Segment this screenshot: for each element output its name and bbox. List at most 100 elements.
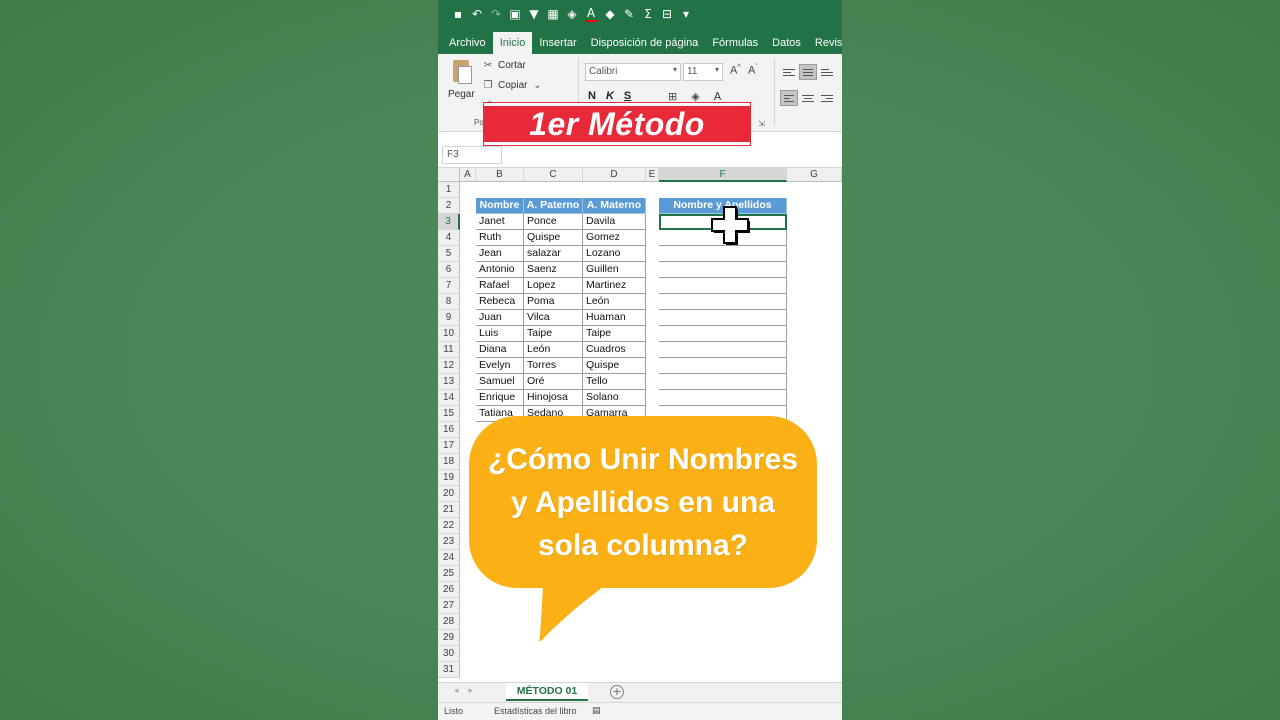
tab-archivo[interactable]: Archivo bbox=[442, 32, 493, 54]
row-header-26[interactable]: 26 bbox=[438, 582, 460, 598]
table-header-cell[interactable]: A. Paterno bbox=[524, 198, 583, 214]
accessibility-icon[interactable]: ▤ bbox=[592, 706, 601, 716]
table-cell[interactable]: salazar bbox=[524, 246, 583, 262]
eraser-icon[interactable]: ◆ bbox=[604, 7, 616, 21]
insert-icon[interactable]: ⊟ bbox=[661, 7, 673, 21]
table-header-cell[interactable]: Nombre bbox=[476, 198, 524, 214]
column-header-a[interactable]: A bbox=[460, 168, 476, 182]
table-cell[interactable]: Juan bbox=[476, 310, 524, 326]
save-icon[interactable]: ▪ bbox=[452, 7, 464, 21]
table-cell[interactable]: Huaman bbox=[583, 310, 646, 326]
table-cell[interactable]: Martinez bbox=[583, 278, 646, 294]
row-header-4[interactable]: 4 bbox=[438, 230, 460, 246]
row-header-7[interactable]: 7 bbox=[438, 278, 460, 294]
fill-color-icon[interactable]: ◈ bbox=[691, 90, 699, 103]
cut-button[interactable]: ✂ Cortar bbox=[482, 60, 526, 71]
tab-datos[interactable]: Datos bbox=[765, 32, 808, 54]
decrease-font-icon[interactable]: Aˇ bbox=[748, 64, 758, 77]
column-header-e[interactable]: E bbox=[646, 168, 659, 182]
font-size-select[interactable]: 11 ▾ bbox=[683, 63, 723, 81]
table-cell[interactable]: León bbox=[524, 342, 583, 358]
row-header-16[interactable]: 16 bbox=[438, 422, 460, 438]
align-left-icon[interactable] bbox=[780, 90, 798, 106]
table-cell[interactable]: Evelyn bbox=[476, 358, 524, 374]
result-cell[interactable] bbox=[659, 374, 787, 390]
table-cell[interactable]: Luis bbox=[476, 326, 524, 342]
table-cell[interactable]: Ruth bbox=[476, 230, 524, 246]
table-cell[interactable]: Enrique bbox=[476, 390, 524, 406]
table-cell[interactable]: Diana bbox=[476, 342, 524, 358]
row-header-9[interactable]: 9 bbox=[438, 310, 460, 326]
table-cell[interactable]: Solano bbox=[583, 390, 646, 406]
row-header-21[interactable]: 21 bbox=[438, 502, 460, 518]
paste-button[interactable]: Pegar bbox=[448, 89, 475, 100]
table-cell[interactable]: Vilca bbox=[524, 310, 583, 326]
result-cell[interactable] bbox=[659, 262, 787, 278]
tab-disposición-de-página[interactable]: Disposición de página bbox=[584, 32, 706, 54]
undo-icon[interactable]: ↶ bbox=[471, 7, 483, 21]
row-header-18[interactable]: 18 bbox=[438, 454, 460, 470]
row-header-23[interactable]: 23 bbox=[438, 534, 460, 550]
tab-inicio[interactable]: Inicio bbox=[492, 32, 533, 54]
fill-color-icon[interactable]: ◈ bbox=[566, 7, 578, 21]
grid-icon[interactable]: ▦ bbox=[547, 7, 559, 21]
redo-icon[interactable]: ↷ bbox=[490, 7, 502, 21]
table-cell[interactable]: Hinojosa bbox=[524, 390, 583, 406]
table-cell[interactable]: Taipe bbox=[524, 326, 583, 342]
table-cell[interactable]: Jean bbox=[476, 246, 524, 262]
column-header-c[interactable]: C bbox=[524, 168, 583, 182]
row-header-12[interactable]: 12 bbox=[438, 358, 460, 374]
table-cell[interactable]: Rafael bbox=[476, 278, 524, 294]
italic-button[interactable]: K bbox=[606, 90, 614, 102]
select-all-corner[interactable] bbox=[438, 168, 460, 182]
paint-brush-icon[interactable]: ✎ bbox=[623, 7, 635, 21]
row-header-30[interactable]: 30 bbox=[438, 646, 460, 662]
increase-font-icon[interactable]: A^ bbox=[730, 64, 741, 77]
table-cell[interactable]: Saenz bbox=[524, 262, 583, 278]
table-cell[interactable]: Taipe bbox=[583, 326, 646, 342]
row-header-19[interactable]: 19 bbox=[438, 470, 460, 486]
sheet-nav-arrows-icon[interactable]: ◂▸ bbox=[454, 686, 483, 696]
table-cell[interactable]: Samuel bbox=[476, 374, 524, 390]
row-header-6[interactable]: 6 bbox=[438, 262, 460, 278]
filter-icon[interactable]: ▼ bbox=[528, 7, 540, 21]
row-header-31[interactable]: 31 bbox=[438, 662, 460, 678]
result-cell[interactable] bbox=[659, 342, 787, 358]
column-header-d[interactable]: D bbox=[583, 168, 646, 182]
result-cell[interactable] bbox=[659, 294, 787, 310]
row-header-22[interactable]: 22 bbox=[438, 518, 460, 534]
align-center-icon[interactable] bbox=[799, 90, 817, 106]
column-header-f[interactable]: F bbox=[659, 168, 787, 182]
row-header-28[interactable]: 28 bbox=[438, 614, 460, 630]
table-cell[interactable]: Gomez bbox=[583, 230, 646, 246]
table-cell[interactable]: Ponce bbox=[524, 214, 583, 230]
row-header-29[interactable]: 29 bbox=[438, 630, 460, 646]
table-cell[interactable]: Guillen bbox=[583, 262, 646, 278]
font-name-select[interactable]: Calibri ▾ bbox=[585, 63, 681, 81]
align-bottom-icon[interactable] bbox=[818, 64, 836, 80]
result-cell[interactable] bbox=[659, 310, 787, 326]
row-header-8[interactable]: 8 bbox=[438, 294, 460, 310]
result-cell[interactable] bbox=[659, 390, 787, 406]
table-cell[interactable]: Oré bbox=[524, 374, 583, 390]
table-cell[interactable]: Poma bbox=[524, 294, 583, 310]
font-color-icon[interactable]: A bbox=[585, 6, 597, 22]
column-header-g[interactable]: G bbox=[787, 168, 842, 182]
row-header-1[interactable]: 1 bbox=[438, 182, 460, 198]
row-header-17[interactable]: 17 bbox=[438, 438, 460, 454]
table-cell[interactable]: Quispe bbox=[583, 358, 646, 374]
table-cell[interactable]: Antonio bbox=[476, 262, 524, 278]
column-header-b[interactable]: B bbox=[476, 168, 524, 182]
bold-button[interactable]: N bbox=[588, 90, 596, 102]
align-middle-icon[interactable] bbox=[799, 64, 817, 80]
copy-button[interactable]: ❐ Copiar ⌄ bbox=[482, 80, 543, 91]
sum-icon[interactable]: Σ bbox=[642, 7, 654, 21]
result-cell[interactable] bbox=[659, 246, 787, 262]
table-cell[interactable]: Rebeca bbox=[476, 294, 524, 310]
tab-insertar[interactable]: Insertar bbox=[532, 32, 583, 54]
font-color-icon[interactable]: A bbox=[714, 90, 722, 103]
result-cell[interactable] bbox=[659, 358, 787, 374]
workbook-stats-button[interactable]: Estadísticas del libro bbox=[494, 706, 577, 716]
align-top-icon[interactable] bbox=[780, 64, 798, 80]
table-header-cell[interactable]: A. Materno bbox=[583, 198, 646, 214]
